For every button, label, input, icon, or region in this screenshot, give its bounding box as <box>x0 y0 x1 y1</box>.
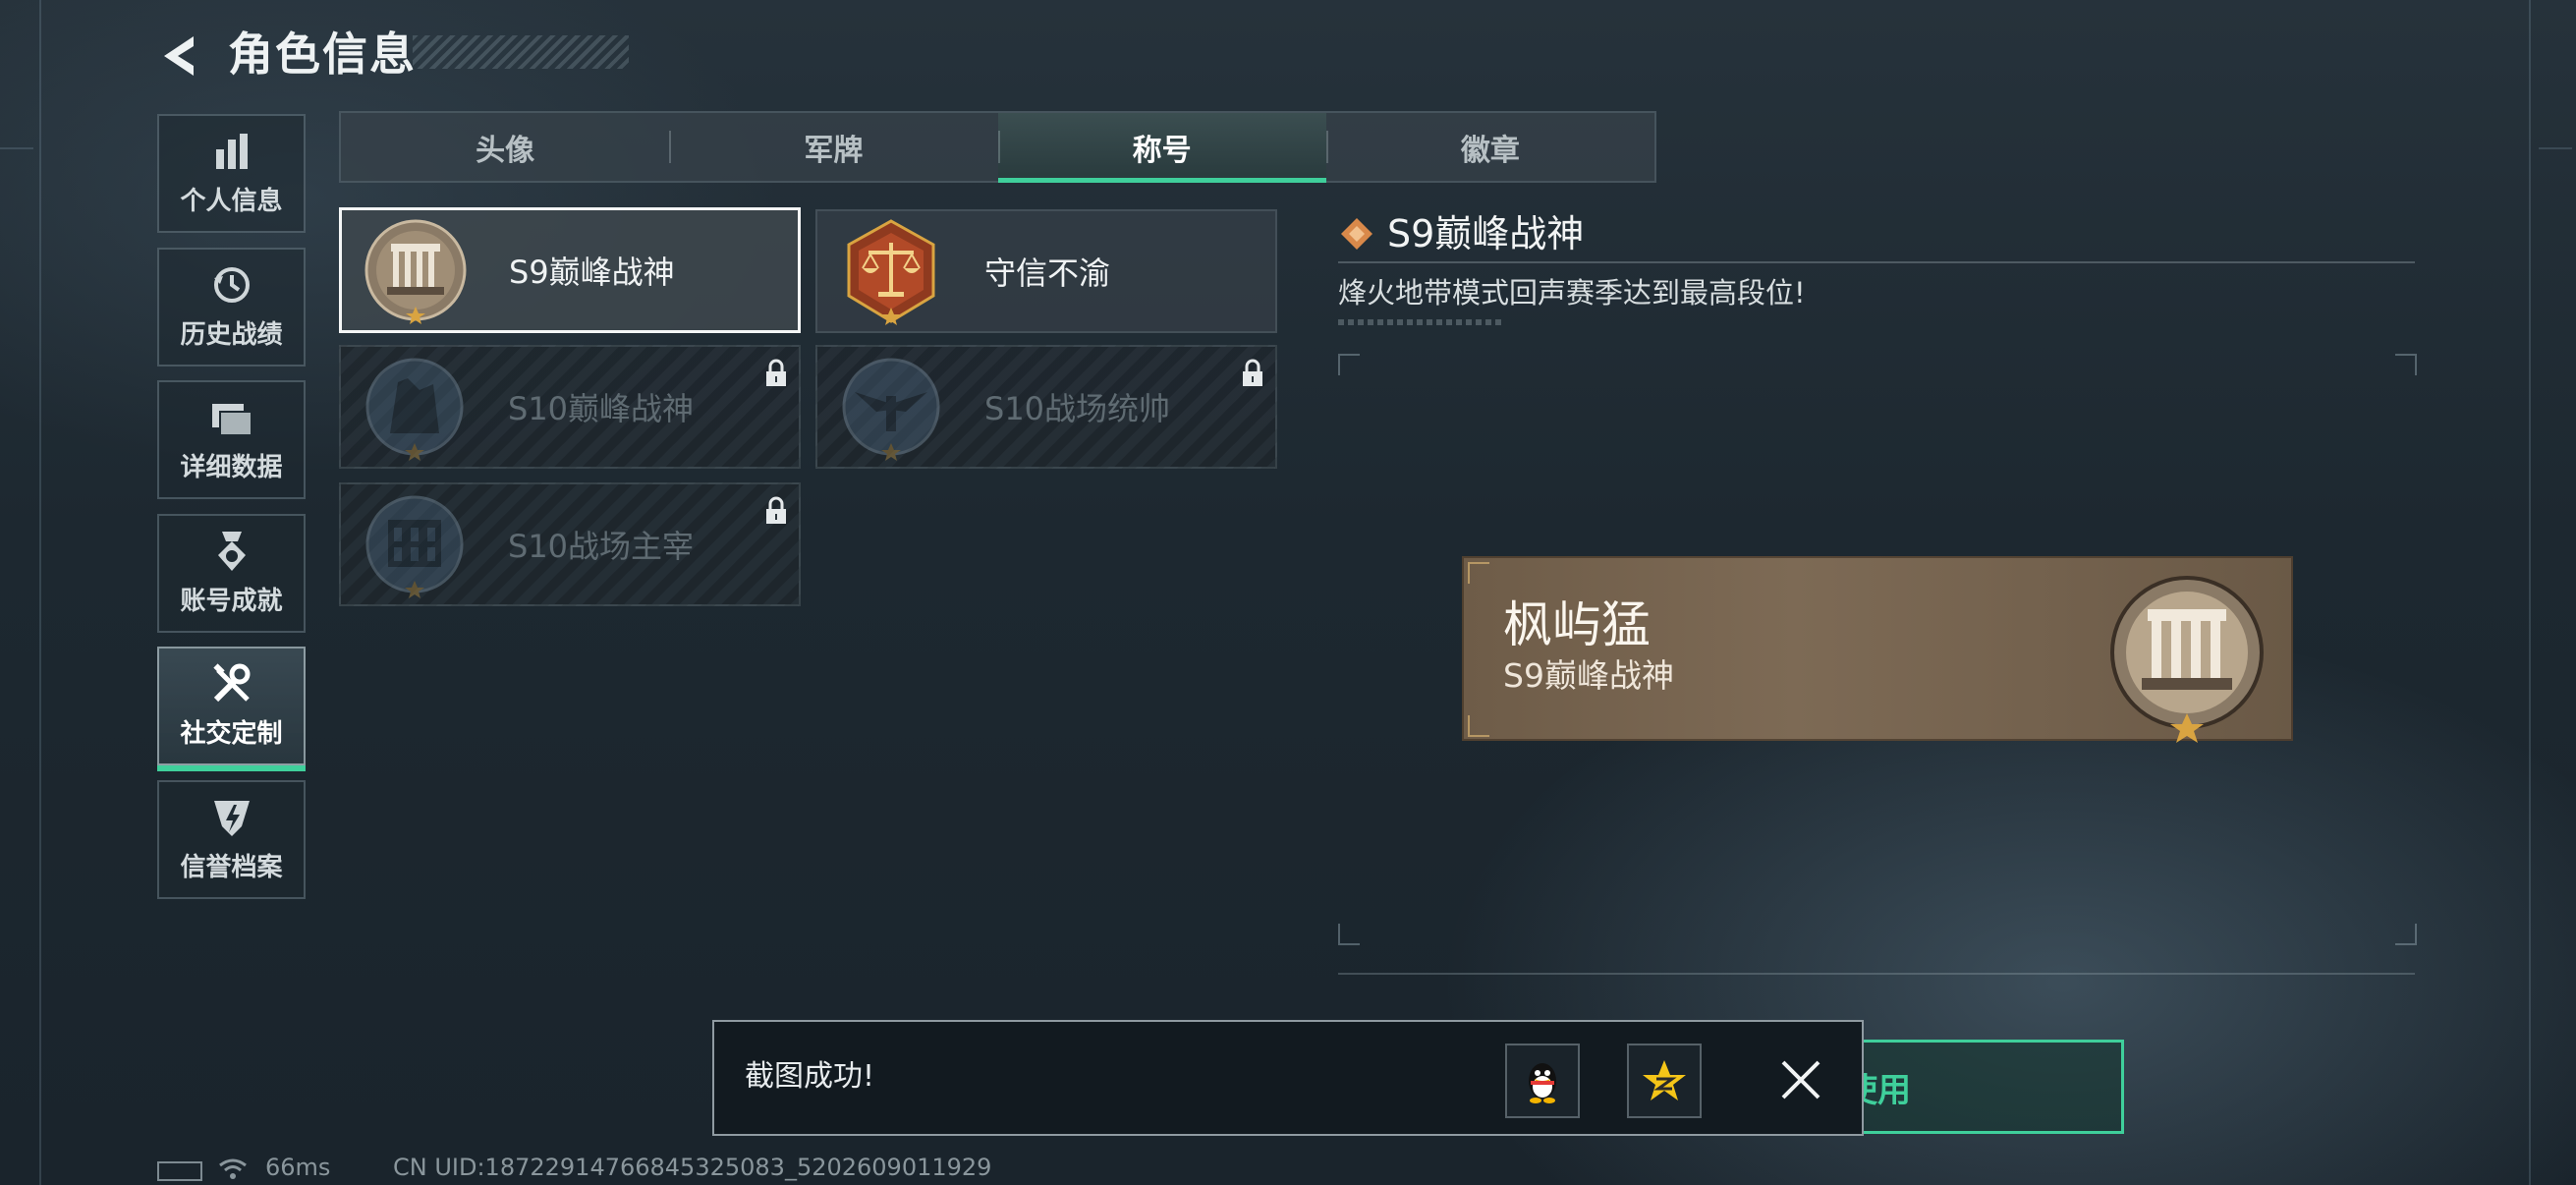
close-icon <box>1781 1060 1820 1100</box>
aircraft-emblem-icon <box>842 358 940 461</box>
qzone-star-icon <box>1643 1060 1686 1100</box>
sidebar-item-label: 历史战绩 <box>180 320 283 350</box>
player-title: S9巅峰战神 <box>1503 656 1674 695</box>
building-emblem-icon <box>2110 576 2264 743</box>
sidebar-item-achievements[interactable]: 账号成就 <box>157 514 306 633</box>
battery-icon <box>157 1161 202 1181</box>
player-name: 枫屿猛 <box>1503 596 1651 653</box>
frame-line-right <box>2529 0 2531 1185</box>
uid-text: CN UID:18722914766845325083_520260901192… <box>393 1154 992 1181</box>
history-clock-icon <box>210 263 253 307</box>
ping-text: 66ms <box>265 1154 331 1181</box>
shield-bolt-icon <box>210 796 253 839</box>
title-decoration <box>413 35 629 69</box>
detail-decoration <box>1338 319 1505 325</box>
toast-message: 截图成功! <box>745 1059 875 1094</box>
tools-icon <box>210 662 253 705</box>
preview-corner <box>2395 354 2417 375</box>
divider <box>1338 261 2415 263</box>
title-card-name: S9巅峰战神 <box>509 254 675 291</box>
sidebar-item-label: 账号成就 <box>180 587 283 616</box>
title-card-s10-dominator[interactable]: S10战场主宰 <box>339 482 801 606</box>
preview-corner <box>1338 924 1360 945</box>
detail-title: S9巅峰战神 <box>1387 212 1585 255</box>
building-emblem-icon <box>364 219 467 324</box>
sidebar-item-label: 信誉档案 <box>180 853 283 882</box>
medal-icon <box>210 530 253 573</box>
title-card-name: S10战场统帅 <box>984 390 1171 427</box>
bar-chart-icon <box>210 130 253 173</box>
tab-dogtag[interactable]: 军牌 <box>669 113 997 181</box>
lock-icon <box>1243 359 1262 386</box>
preview-corner <box>1338 354 1360 375</box>
sidebar-item-social-custom[interactable]: 社交定制 <box>157 647 306 771</box>
title-card-s10-peak[interactable]: S10巅峰战神 <box>339 345 801 469</box>
divider <box>1338 973 2415 975</box>
frame-tick <box>2539 147 2572 149</box>
sidebar-item-reputation[interactable]: 信誉档案 <box>157 780 306 899</box>
folders-icon <box>210 396 253 439</box>
tab-title[interactable]: 称号 <box>997 113 1327 183</box>
qq-penguin-icon <box>1529 1063 1556 1103</box>
colosseum-emblem-icon <box>365 495 464 598</box>
title-card-name: S10战场主宰 <box>508 528 695 565</box>
tab-badge[interactable]: 徽章 <box>1325 113 1654 181</box>
monument-emblem-icon <box>365 358 464 461</box>
title-card-keep-faith[interactable]: 守信不渝 <box>815 209 1277 333</box>
detail-description: 烽火地带模式回声赛季达到最高段位! <box>1338 276 1806 310</box>
diamond-icon <box>1341 218 1372 250</box>
close-toast-button[interactable] <box>1774 1053 1827 1106</box>
share-qq-button[interactable] <box>1505 1044 1580 1118</box>
lock-icon <box>766 496 786 524</box>
title-card-name: S10巅峰战神 <box>508 390 695 427</box>
share-qzone-button[interactable] <box>1627 1044 1702 1118</box>
sidebar-item-label: 社交定制 <box>180 719 283 749</box>
plate-corner <box>1468 562 1489 584</box>
tab-bar: 头像 军牌 称号 徽章 <box>339 111 1656 183</box>
back-arrow-icon <box>164 36 194 76</box>
title-card-s9-peak[interactable]: S9巅峰战神 <box>339 207 801 333</box>
plate-corner <box>1468 715 1489 737</box>
frame-line-left <box>39 0 41 1185</box>
page-title: 角色信息 <box>228 28 417 81</box>
tab-avatar[interactable]: 头像 <box>341 113 669 181</box>
preview-corner <box>2395 924 2417 945</box>
title-card-name: 守信不渝 <box>984 254 1111 292</box>
sidebar-item-detailed-data[interactable]: 详细数据 <box>157 380 306 499</box>
sidebar-item-label: 个人信息 <box>180 187 283 216</box>
sidebar-item-label: 详细数据 <box>180 453 283 482</box>
frame-tick <box>0 147 33 149</box>
scales-emblem-icon <box>847 219 935 325</box>
sidebar-item-personal-info[interactable]: 个人信息 <box>157 114 306 233</box>
title-card-s10-commander[interactable]: S10战场统帅 <box>815 345 1277 469</box>
lock-icon <box>766 359 786 386</box>
back-button[interactable] <box>147 26 212 86</box>
sidebar-item-history[interactable]: 历史战绩 <box>157 248 306 367</box>
wifi-icon <box>219 1158 247 1179</box>
